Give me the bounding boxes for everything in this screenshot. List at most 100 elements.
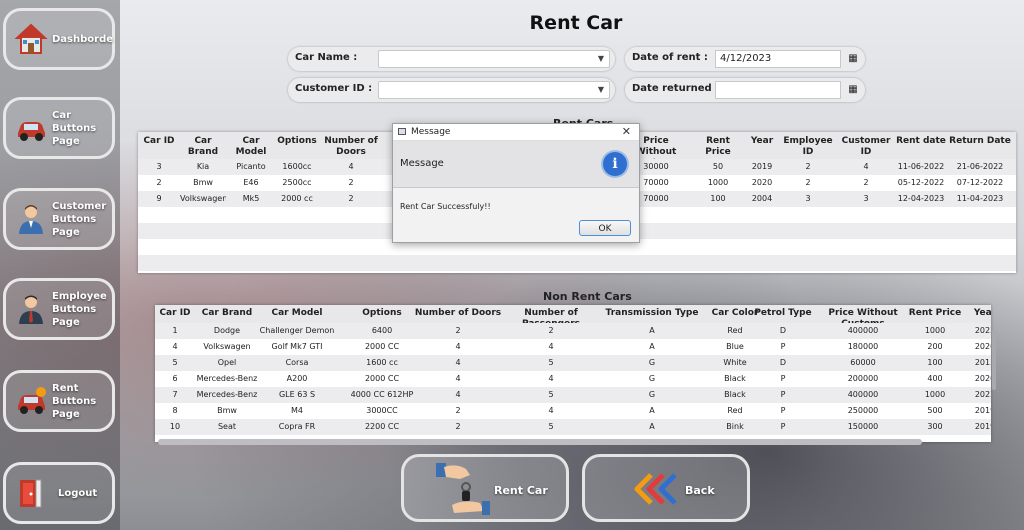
column-header[interactable]: Car Model bbox=[251, 308, 343, 319]
table-cell: 11-06-2022 bbox=[897, 162, 945, 171]
table-cell: 250000 bbox=[847, 406, 879, 415]
dialog-message: Rent Car Successfuly!! bbox=[400, 202, 491, 211]
table-cell: A bbox=[649, 342, 655, 351]
table-cell: 2 bbox=[348, 194, 354, 203]
table-row[interactable]: 10 Seat Copra FR 2200 CC 2 5 A Bink P 150000 300 20… bbox=[155, 419, 991, 435]
column-header[interactable]: Petrol Type bbox=[751, 308, 815, 319]
table-cell: 400000 bbox=[847, 326, 879, 335]
table-cell: 400 bbox=[927, 374, 943, 383]
sidebar-item-employee-buttons[interactable]: Employee Buttons Page bbox=[3, 278, 115, 340]
horizontal-scrollbar[interactable] bbox=[158, 439, 922, 445]
rent-car-button[interactable]: Rent Car bbox=[401, 454, 569, 522]
table-cell: 180000 bbox=[847, 342, 879, 351]
date-of-rent-input[interactable]: 4/12/2023 bbox=[715, 50, 841, 68]
table-cell: G bbox=[648, 390, 656, 399]
calendar-icon[interactable]: ▦ bbox=[844, 50, 862, 68]
page-title: Rent Car bbox=[529, 12, 623, 34]
table-cell: 300 bbox=[927, 422, 943, 431]
table-cell: 4 bbox=[455, 342, 461, 351]
info-icon: i bbox=[603, 152, 627, 176]
car-name-combo[interactable]: ▼ bbox=[378, 50, 610, 68]
ok-button[interactable]: OK bbox=[579, 220, 631, 236]
table-row[interactable]: 5OpelCorsa1600 cc45GWhiteD600001002015 bbox=[155, 355, 991, 371]
rent-car-label: Rent Car bbox=[494, 484, 548, 497]
column-header[interactable]: Employee ID bbox=[780, 136, 836, 158]
table-cell: 5 bbox=[548, 358, 554, 367]
close-icon[interactable]: ✕ bbox=[622, 125, 631, 138]
table-cell: P bbox=[780, 406, 786, 415]
table-cell: 5 bbox=[548, 422, 554, 431]
table-cell: 2022 bbox=[974, 390, 991, 399]
table-cell: A bbox=[649, 422, 655, 431]
column-header[interactable]: Customer ID bbox=[836, 136, 896, 158]
table-cell: G bbox=[648, 358, 656, 367]
table-cell: 2022 bbox=[974, 326, 991, 335]
column-header[interactable]: Rent date bbox=[896, 136, 946, 147]
customer-id-combo[interactable]: ▼ bbox=[378, 81, 610, 99]
car-name-label: Car Name : bbox=[295, 52, 358, 63]
table-cell: 2 bbox=[455, 326, 461, 335]
table-cell: 7 bbox=[172, 390, 178, 399]
table-cell: 4 bbox=[863, 162, 869, 171]
sidebar-item-label: Customer Buttons Page bbox=[52, 200, 107, 238]
column-header[interactable]: Options bbox=[276, 136, 318, 147]
table-cell: Opel bbox=[217, 358, 237, 367]
table-cell: 2019 bbox=[751, 162, 773, 171]
table-cell: 400000 bbox=[847, 390, 879, 399]
column-header[interactable]: Year bbox=[744, 136, 780, 147]
vertical-scrollbar[interactable] bbox=[992, 330, 996, 390]
table-cell: 4 bbox=[455, 374, 461, 383]
column-header[interactable]: Car ID bbox=[155, 308, 195, 319]
table-row[interactable]: 8BmwM43000CC24ARedP2500005002019 bbox=[155, 403, 991, 419]
column-header[interactable]: Rent Price bbox=[692, 136, 744, 158]
table-cell: 3 bbox=[805, 194, 811, 203]
car-icon bbox=[18, 122, 45, 141]
column-header[interactable]: Number of Doors bbox=[318, 136, 384, 158]
table-cell: Golf Mk7 GTI bbox=[271, 342, 323, 351]
column-header[interactable]: Car Brand bbox=[180, 136, 226, 158]
date-of-rent-field: Date of rent : 4/12/2023 ▦ bbox=[625, 47, 865, 71]
employee-icon bbox=[19, 295, 43, 324]
table-cell: Mercedes-Benz bbox=[196, 374, 258, 383]
table-cell: 1600cc bbox=[282, 162, 312, 171]
sidebar-item-customer-buttons[interactable]: Customer Buttons Page bbox=[3, 188, 115, 250]
table-cell: 60000 bbox=[850, 358, 876, 367]
column-header[interactable]: Return Date bbox=[946, 136, 1014, 147]
table-cell: E46 bbox=[243, 178, 259, 187]
sidebar-item-car-buttons[interactable]: Car Buttons Page bbox=[3, 97, 115, 159]
back-button[interactable]: Back bbox=[582, 454, 750, 522]
table-cell: 2020 bbox=[974, 342, 991, 351]
table-cell: 6 bbox=[172, 374, 178, 383]
table-row[interactable]: 6 Mercedes-Benz A200 2000 CC 4 4 G Black P 200000… bbox=[155, 371, 991, 387]
table-cell: 5 bbox=[172, 358, 178, 367]
table-row[interactable]: 7 Mercedes-Benz GLE 63 S 4000 CC 612HP 4 5 G Bl… bbox=[155, 387, 991, 403]
column-header[interactable]: Car Brand bbox=[195, 308, 259, 319]
non-rent-cars-table[interactable]: Car ID Car Brand Car Model Options Number of… bbox=[155, 305, 991, 442]
table-cell: 4 bbox=[348, 162, 354, 171]
column-header[interactable]: Transmission Type bbox=[599, 308, 705, 319]
empty-row[interactable] bbox=[138, 255, 1016, 271]
table-cell: 1000 bbox=[924, 326, 946, 335]
table-row[interactable]: 4 Volkswagen Golf Mk7 GTI 2000 CC 4 4 A Blue P 18… bbox=[155, 339, 991, 355]
calendar-icon[interactable]: ▦ bbox=[844, 81, 862, 99]
sidebar-item-rent-buttons[interactable]: Rent Buttons Page bbox=[3, 370, 115, 432]
table-cell: 100 bbox=[927, 358, 943, 367]
table-cell: P bbox=[780, 390, 786, 399]
sidebar-item-logout[interactable]: Logout bbox=[3, 462, 115, 524]
column-header[interactable]: Year bbox=[965, 308, 991, 319]
column-header[interactable]: Number of Doors bbox=[410, 308, 506, 319]
table-cell: G bbox=[648, 374, 656, 383]
date-returned-field: Date returned : ▦ bbox=[625, 78, 865, 102]
sidebar: Dashborde Car Buttons Page Customer Butt… bbox=[0, 0, 120, 530]
column-header[interactable]: Car Model bbox=[226, 136, 276, 158]
column-header[interactable]: Car ID bbox=[138, 136, 180, 147]
table-row[interactable]: 1 Dodge Challenger Demon 6400 2 2 A Red D 400000 1… bbox=[155, 323, 991, 339]
customer-icon bbox=[19, 205, 43, 234]
table-cell: 2004 bbox=[751, 194, 773, 203]
table-cell: GLE 63 S bbox=[278, 390, 316, 399]
table-cell: 1000 bbox=[707, 178, 729, 187]
table-cell: 2 bbox=[455, 422, 461, 431]
table-cell: 200000 bbox=[847, 374, 879, 383]
date-returned-input[interactable] bbox=[715, 81, 841, 99]
column-header[interactable]: Rent Price bbox=[907, 308, 963, 319]
